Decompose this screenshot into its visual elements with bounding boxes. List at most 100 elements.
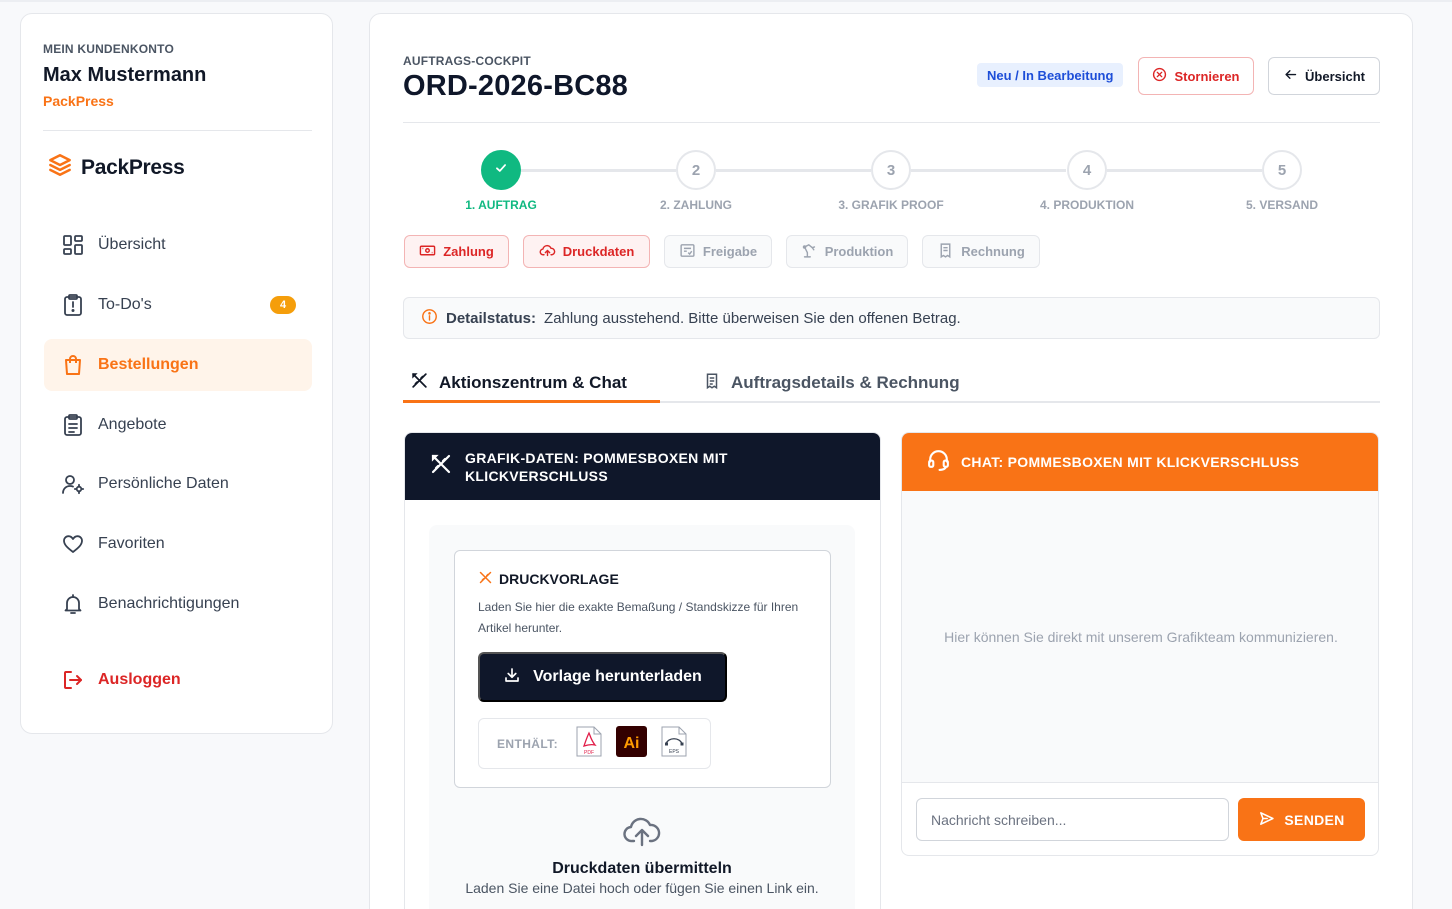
pdf-file-icon: PDF (576, 726, 602, 762)
sidebar-item-uebersicht[interactable]: Übersicht (44, 219, 312, 271)
step-1-label: 1. AUFTRAG (465, 198, 537, 212)
layers-logo-icon (47, 152, 73, 183)
design-tools-icon (410, 371, 429, 395)
brand-logo[interactable]: PackPress (47, 152, 185, 183)
dashboard-icon (60, 232, 86, 258)
download-label: Vorlage herunterladen (533, 668, 702, 685)
tab-aktionszentrum-chat[interactable]: Aktionszentrum & Chat (410, 365, 627, 401)
druckvorlage-description: Laden Sie hier die exakte Bemaßung / Sta… (478, 600, 799, 635)
sidebar: MEIN KUNDENKONTO Max Mustermann PackPres… (20, 13, 333, 734)
step-5-label: 5. VERSAND (1245, 198, 1319, 212)
chip-produktion[interactable]: Produktion (786, 235, 908, 268)
bell-icon (60, 591, 86, 617)
chip-freigabe[interactable]: Freigabe (664, 235, 772, 268)
headset-icon (926, 447, 951, 477)
check-icon (494, 161, 508, 179)
chat-card: CHAT: POMMESBOXEN MIT KLICKVERSCHLUSS Hi… (901, 432, 1379, 856)
illustrator-file-icon: Ai (615, 725, 647, 762)
info-circle-icon (421, 308, 438, 329)
sidebar-item-benachrichtigungen[interactable]: Benachrichtigungen (44, 578, 312, 630)
receipt-icon (937, 242, 954, 262)
receipt-icon (703, 372, 721, 395)
sidebar-item-label: To-Do's (98, 296, 152, 313)
svg-text:EPS: EPS (669, 749, 680, 755)
detail-status-bar: Detailstatus: Zahlung ausstehend. Bitte … (403, 297, 1380, 339)
chip-rechnung[interactable]: Rechnung (922, 235, 1040, 268)
download-template-button[interactable]: Vorlage herunterladen (478, 652, 727, 702)
logout-button[interactable]: Ausloggen (44, 654, 312, 706)
step-4-circle: 4 (1067, 150, 1107, 190)
brand-name: PackPress (81, 155, 185, 179)
sidebar-item-persoenliche-daten[interactable]: Persönliche Daten (44, 458, 312, 510)
grafik-card-header: GRAFIK-DATEN: POMMESBOXEN MIT KLICKVERSC… (405, 433, 880, 500)
chip-label: Rechnung (961, 244, 1025, 259)
chip-zahlung[interactable]: Zahlung (404, 235, 509, 268)
chat-card-title: CHAT: POMMESBOXEN MIT KLICKVERSCHLUSS (961, 454, 1300, 470)
chip-druckdaten[interactable]: Druckdaten (523, 235, 650, 268)
tab-label: Aktionszentrum & Chat (439, 373, 627, 392)
cancel-label: Stornieren (1174, 68, 1240, 84)
sidebar-item-label: Bestellungen (98, 356, 199, 373)
sidebar-item-todos[interactable]: To-Do's 4 (44, 279, 312, 331)
step-2-label: 2. ZAHLUNG (660, 198, 732, 212)
cockpit-kicker: AUFTRAGS-COCKPIT (403, 54, 531, 68)
banknote-icon (419, 242, 436, 262)
chip-label: Druckdaten (562, 244, 635, 259)
send-message-button[interactable]: SENDEN (1238, 798, 1365, 841)
chat-message-input[interactable] (916, 798, 1229, 841)
clipboard-alert-icon (60, 292, 86, 318)
order-cockpit-panel: AUFTRAGS-COCKPIT ORD-2026-BC88 Neu / In … (369, 13, 1413, 909)
cloud-upload-icon (539, 242, 556, 262)
send-label: SENDEN (1284, 811, 1345, 828)
user-name: Max Mustermann (43, 64, 207, 86)
user-settings-icon (60, 471, 86, 497)
order-status-badge: Neu / In Bearbeitung (977, 63, 1124, 87)
grafik-daten-card: GRAFIK-DATEN: POMMESBOXEN MIT KLICKVERSC… (404, 432, 881, 909)
account-kicker: MEIN KUNDENKONTO (43, 42, 174, 56)
upload-title: Druckdaten übermitteln (552, 860, 732, 877)
cancel-circle-icon (1152, 67, 1167, 85)
order-id-title: ORD-2026-BC88 (403, 70, 629, 102)
back-to-overview-button[interactable]: Übersicht (1268, 57, 1380, 95)
sidebar-item-favoriten[interactable]: Favoriten (44, 518, 312, 570)
sidebar-item-label: Benachrichtigungen (98, 595, 240, 612)
step-connector (1107, 169, 1262, 172)
user-company: PackPress (43, 93, 114, 109)
sidebar-item-label: Persönliche Daten (98, 475, 229, 492)
cloud-upload-icon (622, 815, 662, 852)
chat-message-area[interactable]: Hier können Sie direkt mit unserem Grafi… (902, 491, 1378, 783)
svg-text:PDF: PDF (584, 750, 594, 756)
sidebar-item-label: Übersicht (98, 236, 166, 253)
top-divider (0, 0, 1452, 2)
druckvorlage-title: DRUCKVORLAGE (478, 570, 619, 588)
step-4-label: 4. PRODUKTION (1039, 198, 1135, 212)
sidebar-item-label: Favoriten (98, 535, 165, 552)
tab-auftragsdetails-rechnung[interactable]: Auftragsdetails & Rechnung (703, 365, 960, 401)
tab-label: Auftragsdetails & Rechnung (731, 373, 960, 392)
cancel-order-button[interactable]: Stornieren (1138, 57, 1254, 95)
clipboard-list-icon (60, 412, 86, 438)
step-5-circle: 5 (1262, 150, 1302, 190)
document-check-icon (679, 242, 696, 262)
chip-label: Zahlung (443, 244, 494, 259)
step-2-circle: 2 (676, 150, 716, 190)
arrow-left-icon (1283, 67, 1298, 85)
heart-icon (60, 531, 86, 557)
design-tools-icon (478, 570, 493, 588)
upload-description: Laden Sie eine Datei hoch oder fügen Sie… (465, 880, 819, 896)
detail-status-label: Detailstatus: (446, 309, 537, 327)
sidebar-item-label: Angebote (98, 416, 167, 433)
logout-icon (60, 667, 86, 693)
chip-label: Freigabe (702, 244, 758, 259)
step-connector (911, 169, 1066, 172)
sidebar-item-angebote[interactable]: Angebote (44, 399, 312, 451)
contains-label: ENTHÄLT: (497, 736, 558, 751)
logout-label: Ausloggen (98, 671, 181, 688)
sidebar-divider (43, 130, 312, 131)
step-3-circle: 3 (871, 150, 911, 190)
design-tools-icon (429, 452, 453, 481)
back-label: Übersicht (1305, 68, 1365, 84)
sidebar-item-bestellungen[interactable]: Bestellungen (44, 339, 312, 391)
send-icon (1258, 810, 1275, 830)
shopping-bag-icon (60, 352, 86, 378)
